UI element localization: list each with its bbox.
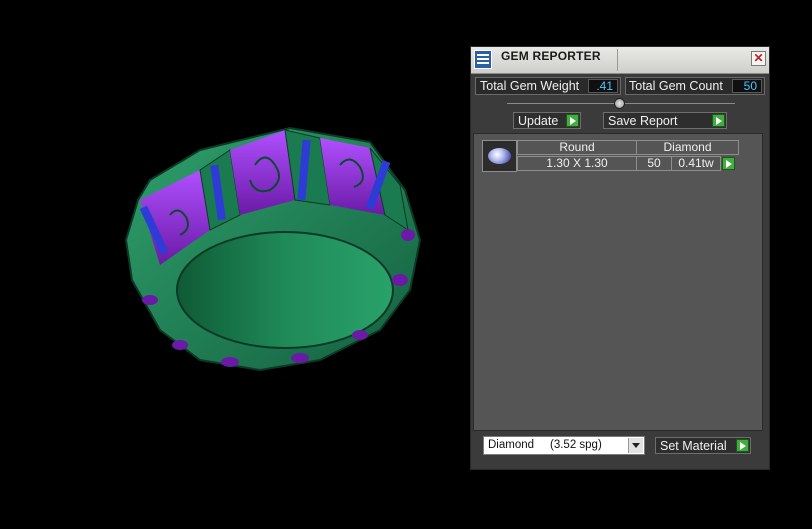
set-material-button[interactable]: Set Material [655, 437, 751, 454]
window-title: GEM REPORTER [501, 49, 601, 63]
gem-reporter-panel: GEM REPORTER ✕ Total Gem Weight .41 Tota… [470, 46, 770, 470]
update-label: Update [518, 114, 559, 128]
round-diamond-icon [488, 148, 511, 164]
save-report-button[interactable]: Save Report [603, 112, 727, 129]
total-gem-count-label: Total Gem Count [629, 79, 723, 93]
total-gem-count-value: 50 [732, 79, 762, 93]
ring-model[interactable] [0, 0, 470, 524]
material-select-value: Diamond (3.52 spg) [488, 439, 602, 451]
play-icon [736, 439, 749, 452]
play-icon [712, 114, 725, 127]
set-material-label: Set Material [660, 439, 727, 453]
total-gem-count-box: Total Gem Count 50 [625, 77, 765, 95]
total-gem-weight-box: Total Gem Weight .41 [475, 77, 621, 95]
total-gem-weight-value: .41 [588, 79, 618, 93]
total-gem-weight-label: Total Gem Weight [480, 79, 580, 93]
close-button[interactable]: ✕ [751, 51, 766, 66]
gem-list[interactable]: Round Diamond 1.30 X 1.30 50 0.41tw [473, 133, 763, 431]
title-separator [617, 49, 618, 71]
save-report-label: Save Report [608, 114, 678, 128]
chevron-down-icon[interactable] [628, 438, 643, 453]
gem-count: 50 [636, 156, 672, 171]
gem-material: Diamond [636, 140, 739, 155]
material-select[interactable]: Diamond (3.52 spg) [483, 436, 645, 455]
splitter-handle[interactable] [614, 98, 625, 109]
3d-viewport[interactable] [0, 0, 470, 524]
title-bar[interactable]: GEM REPORTER ✕ [471, 47, 769, 74]
gem-thumbnail [482, 140, 517, 172]
gem-row-play-button[interactable] [722, 157, 735, 170]
play-icon [566, 114, 579, 127]
gem-weight: 0.41tw [671, 156, 721, 171]
gem-report-icon [474, 50, 492, 69]
gem-shape: Round [517, 140, 637, 155]
gem-size: 1.30 X 1.30 [517, 156, 637, 171]
update-button[interactable]: Update [513, 112, 581, 129]
